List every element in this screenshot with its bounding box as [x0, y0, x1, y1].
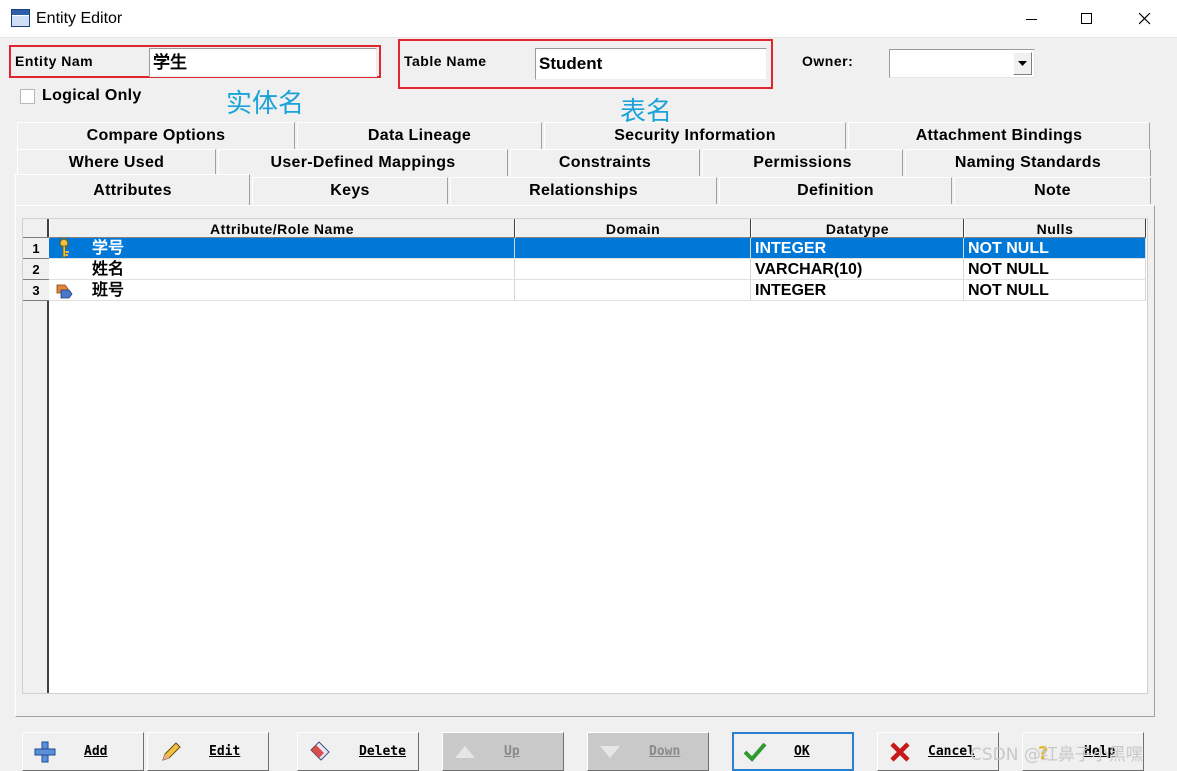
attribute-name: 姓名 [92, 261, 125, 278]
tab-definition[interactable]: Definition [719, 177, 952, 204]
table-name-field[interactable]: Student [535, 48, 767, 80]
ok-button-label: OK [794, 744, 810, 759]
maximize-button[interactable] [1064, 0, 1110, 38]
tab-where-used[interactable]: Where Used [17, 149, 216, 176]
entity-name-field[interactable]: 学生 [149, 48, 377, 77]
logical-only-checkbox[interactable] [20, 89, 35, 104]
attribute-name: 学号 [92, 240, 125, 257]
edit-button[interactable]: Edit [147, 732, 269, 771]
domain-cell[interactable] [515, 238, 751, 259]
entity-name-annotation: 实体名 [226, 89, 305, 119]
tab-attributes[interactable]: Attributes [15, 174, 250, 206]
add-button[interactable]: Add [22, 732, 144, 771]
arrow-up-icon [455, 746, 475, 758]
tab-permissions[interactable]: Permissions [702, 149, 903, 176]
datatype-cell[interactable]: VARCHAR(10) [751, 259, 964, 280]
owner-label: Owner: [802, 53, 854, 69]
add-icon [34, 741, 56, 763]
ok-button[interactable]: OK [732, 732, 854, 771]
column-header-attribute-name[interactable]: Attribute/Role Name [49, 219, 515, 238]
minimize-icon [1026, 19, 1037, 20]
tab-constraints[interactable]: Constraints [510, 149, 700, 176]
tab-keys[interactable]: Keys [252, 177, 448, 204]
domain-cell[interactable] [515, 259, 751, 280]
table-row[interactable]: 学号 [49, 238, 515, 259]
tab-note[interactable]: Note [954, 177, 1151, 204]
edit-button-label: Edit [209, 744, 241, 759]
nulls-cell[interactable]: NOT NULL [964, 280, 1146, 301]
dropdown-arrow-icon [1018, 61, 1027, 66]
up-button[interactable]: Up [442, 732, 564, 771]
cancel-button-label: Cancel [928, 744, 975, 759]
tab-security-information[interactable]: Security Information [544, 122, 846, 149]
column-header-domain[interactable]: Domain [515, 219, 751, 238]
foreign-key-icon [56, 284, 73, 299]
title-bar: Entity Editor [0, 0, 1177, 38]
cancel-x-icon [890, 742, 910, 762]
down-button-label: Down [649, 744, 681, 759]
datatype-cell[interactable]: INTEGER [751, 280, 964, 301]
tab-attachment-bindings[interactable]: Attachment Bindings [848, 122, 1150, 149]
checkmark-icon [743, 742, 767, 762]
table-name-label: Table Name [404, 53, 487, 69]
close-button[interactable] [1122, 0, 1168, 38]
tab-compare-options[interactable]: Compare Options [17, 122, 295, 149]
eraser-icon [310, 741, 330, 761]
minimize-button[interactable] [1009, 0, 1055, 38]
primary-key-icon [59, 238, 69, 258]
arrow-down-icon [600, 746, 620, 758]
logical-only-label: Logical Only [42, 87, 142, 104]
datatype-cell[interactable]: INTEGER [751, 238, 964, 259]
attributes-grid[interactable]: Attribute/Role Name Domain Datatype Null… [22, 218, 1148, 694]
up-button-label: Up [504, 744, 520, 759]
down-button[interactable]: Down [587, 732, 709, 771]
owner-dropdown[interactable] [889, 49, 1035, 78]
close-icon [1139, 13, 1151, 25]
entity-name-label: Entity Nam [15, 53, 94, 69]
delete-button[interactable]: Delete [297, 732, 419, 771]
maximize-icon [1081, 13, 1092, 24]
column-header-nulls[interactable]: Nulls [964, 219, 1146, 238]
nulls-cell[interactable]: NOT NULL [964, 259, 1146, 280]
add-button-label: Add [84, 744, 108, 759]
table-row[interactable]: 姓名 [49, 259, 515, 280]
csdn-watermark: CSDN @红鼻子小黑嘿 [970, 745, 1143, 765]
domain-cell[interactable] [515, 280, 751, 301]
window-title: Entity Editor [36, 10, 123, 27]
grid-corner [23, 219, 49, 238]
nulls-cell[interactable]: NOT NULL [964, 238, 1146, 259]
owner-dropdown-button[interactable] [1013, 52, 1032, 75]
delete-button-label: Delete [359, 744, 406, 759]
row-number[interactable]: 3 [23, 280, 49, 301]
tab-relationships[interactable]: Relationships [450, 177, 717, 204]
row-number[interactable]: 2 [23, 259, 49, 280]
pencil-icon [162, 742, 181, 761]
tab-user-defined-mappings[interactable]: User-Defined Mappings [218, 149, 508, 176]
tab-naming-standards[interactable]: Naming Standards [905, 149, 1151, 176]
row-number[interactable]: 1 [23, 238, 49, 259]
entity-editor-app-icon [11, 9, 30, 27]
table-row[interactable]: 班号 [49, 280, 515, 301]
column-header-datatype[interactable]: Datatype [751, 219, 964, 238]
tab-data-lineage[interactable]: Data Lineage [297, 122, 542, 149]
attribute-name: 班号 [92, 282, 125, 299]
